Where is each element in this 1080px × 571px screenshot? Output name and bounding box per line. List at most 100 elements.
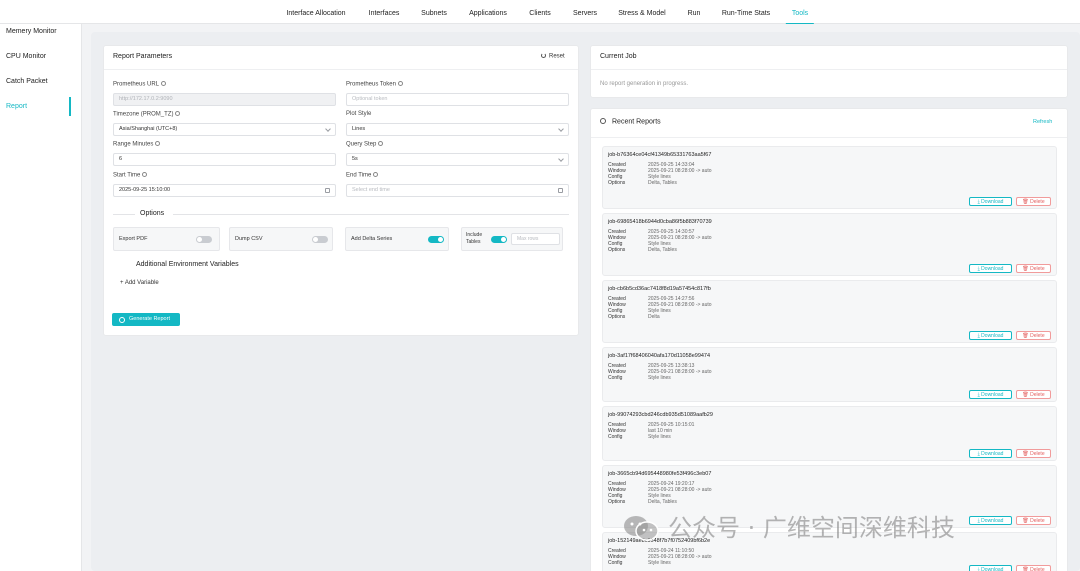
prometheus-url-input[interactable]: http://172.17.0.2:9090 (113, 93, 336, 106)
trash-icon: 🗑 (1022, 451, 1031, 457)
delete-label: Delete (1030, 451, 1045, 457)
refresh-button[interactable]: Refresh (1033, 119, 1052, 125)
download-button[interactable]: ⤓ Download (969, 565, 1012, 571)
dump-csv-label: Dump CSV (235, 236, 263, 242)
tab-run-time-stats[interactable]: Run-Time Stats (722, 0, 770, 24)
tab-stress-model[interactable]: Stress & Model (618, 0, 665, 24)
timezone-select[interactable]: Asia/Shanghai (UTC+8) (113, 123, 336, 136)
range-minutes-input[interactable]: 6 (113, 153, 336, 166)
query-step-value: 5s (352, 156, 358, 162)
range-minutes-label: Range Minutes (113, 141, 161, 148)
dump-csv-toggle[interactable] (312, 236, 328, 243)
delete-label: Delete (1030, 266, 1045, 272)
tab-applications[interactable]: Applications (469, 0, 507, 24)
download-button[interactable]: ⤓ Download (969, 331, 1012, 340)
start-time-value: 2025-09-25 15:10:00 (119, 187, 171, 193)
info-icon (175, 111, 181, 116)
delete-button[interactable]: 🗑 Delete (1016, 331, 1051, 340)
export-pdf-label: Export PDF (119, 236, 148, 242)
divider (113, 214, 135, 215)
report-options-value: Delta, Tables (648, 247, 677, 253)
tab-interface-allocation[interactable]: Interface Allocation (286, 0, 345, 24)
sidebar-item-catch-packet[interactable]: Catch Packet (6, 78, 48, 85)
prometheus-token-input[interactable]: Optional token (346, 93, 569, 106)
divider (591, 137, 1067, 138)
add-variable-button[interactable]: + Add Variable (120, 280, 159, 286)
chevron-down-icon (325, 126, 331, 132)
info-icon (373, 172, 379, 177)
report-options-value: Delta, Tables (648, 180, 677, 186)
report-options-label: Options (608, 314, 626, 320)
export-pdf-toggle[interactable] (196, 236, 212, 243)
options-heading: Options (140, 210, 165, 217)
reset-button[interactable]: Reset (541, 53, 565, 60)
plot-style-select[interactable]: Lines (346, 123, 569, 136)
tab-run[interactable]: Run (688, 0, 701, 24)
sidebar-item-report[interactable]: Report (6, 103, 27, 110)
end-time-placeholder: Select end time (352, 187, 390, 193)
query-step-select[interactable]: 5s (346, 153, 569, 166)
add-delta-toggle[interactable] (428, 236, 444, 243)
trash-icon: 🗑 (1022, 567, 1031, 571)
history-icon (600, 118, 606, 124)
sidebar-item-memory-monitor[interactable]: Memery Monitor (6, 28, 57, 35)
tab-clients[interactable]: Clients (529, 0, 550, 24)
delete-label: Delete (1030, 567, 1045, 571)
tab-servers[interactable]: Servers (573, 0, 597, 24)
download-button[interactable]: ⤓ Download (969, 264, 1012, 273)
sidebar-item-cpu-monitor[interactable]: CPU Monitor (6, 53, 46, 60)
download-label: Download (981, 451, 1004, 457)
info-icon (161, 81, 167, 86)
sidebar: Memery Monitor CPU Monitor Catch Packet … (0, 24, 82, 571)
download-label: Download (981, 392, 1004, 398)
report-id: job-99074293cbd246cdb935d51089aafb29 (608, 412, 713, 418)
timezone-value: Asia/Shanghai (UTC+8) (119, 126, 178, 132)
tab-subnets[interactable]: Subnets (421, 0, 447, 24)
end-time-label: End Time (346, 172, 379, 179)
report-options-value: Delta (648, 314, 660, 320)
chevron-down-icon (558, 156, 564, 162)
end-time-picker[interactable]: Select end time (346, 184, 569, 197)
download-button[interactable]: ⤓ Download (969, 390, 1012, 399)
delete-button[interactable]: 🗑 Delete (1016, 197, 1051, 206)
info-icon (155, 141, 161, 146)
start-time-label: Start Time (113, 172, 148, 179)
prometheus-url-label: Prometheus URL (113, 81, 167, 88)
current-job-title: Current Job (600, 53, 637, 60)
delete-button[interactable]: 🗑 Delete (1016, 449, 1051, 458)
report-parameters-title: Report Parameters (113, 53, 173, 60)
download-button[interactable]: ⤓ Download (969, 516, 1012, 525)
trash-icon: 🗑 (1022, 266, 1031, 272)
info-icon (378, 141, 384, 146)
include-tables-toggle[interactable] (491, 236, 507, 243)
generate-report-button[interactable]: Generate Report (112, 313, 180, 326)
delete-button[interactable]: 🗑 Delete (1016, 565, 1051, 571)
divider (591, 69, 1067, 70)
download-button[interactable]: ⤓ Download (969, 449, 1012, 458)
delete-button[interactable]: 🗑 Delete (1016, 264, 1051, 273)
report-id: job-cb6b5cd36ac7418f8d19a57454c817fb (608, 286, 711, 292)
watermark-text: 公众号 · 广维空间深维科技 (668, 514, 955, 542)
report-item: job-b76364ce04cf41349b65331763aa5f67 Crea… (602, 146, 1057, 209)
include-tables-label: Include Tables (466, 232, 483, 245)
calendar-icon (325, 188, 330, 193)
tab-interfaces[interactable]: Interfaces (369, 0, 400, 24)
download-label: Download (981, 199, 1004, 205)
recent-reports-header: Recent Reports (600, 118, 661, 126)
trash-icon: 🗑 (1022, 199, 1031, 205)
delete-button[interactable]: 🗑 Delete (1016, 390, 1051, 399)
current-job-card (590, 45, 1068, 98)
calendar-icon (558, 188, 563, 193)
reset-icon (541, 53, 546, 58)
max-rows-input[interactable]: Max rows (511, 233, 560, 245)
trash-icon: 🗑 (1022, 333, 1031, 339)
tab-tools[interactable]: Tools (785, 0, 815, 24)
add-delta-label: Add Delta Series (351, 236, 393, 242)
report-item: job-69865418b6944d0cba86f5b883f70739 Crea… (602, 213, 1057, 276)
trash-icon: 🗑 (1022, 518, 1031, 524)
delete-button[interactable]: 🗑 Delete (1016, 516, 1051, 525)
download-button[interactable]: ⤓ Download (969, 197, 1012, 206)
start-time-picker[interactable]: 2025-09-25 15:10:00 (113, 184, 336, 197)
env-variables-heading: Additional Environment Variables (136, 261, 239, 268)
report-item: job-99074293cbd246cdb935d51089aafb29 Crea… (602, 406, 1057, 461)
